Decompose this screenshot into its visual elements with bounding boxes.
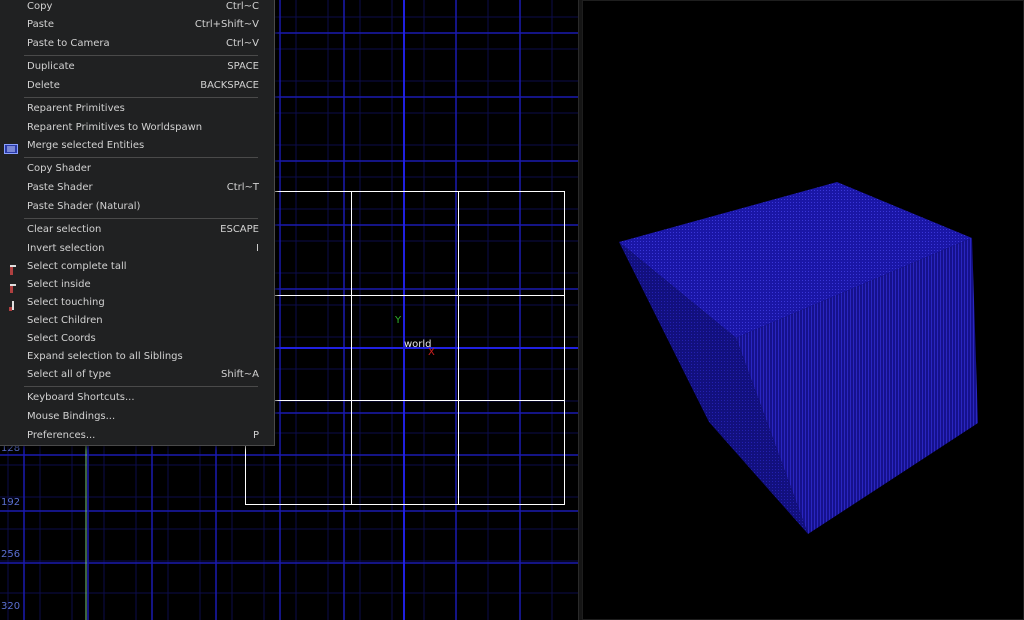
menu-item-shortcut: Ctrl~C [225,1,259,12]
menu-item-paste-shader[interactable]: Paste Shader Ctrl~T [0,179,274,197]
menu-item-select-inside[interactable]: Select inside [0,276,274,294]
axis-x-label: X [428,347,435,358]
menu-item-keyboard-shortcuts[interactable]: Keyboard Shortcuts... [0,389,274,407]
select-inside-icon [4,279,18,293]
menu-item-label: Select all of type [27,369,112,380]
menu-item-label: Select Children [27,315,103,326]
menu-item-label: Invert selection [27,243,105,254]
menu-separator [24,386,258,387]
menu-item-label: Select touching [27,297,105,308]
menu-item-preferences[interactable]: Preferences... P [0,427,274,445]
menu-item-label: Select inside [27,279,91,290]
menu-item-shortcut: ESCAPE [220,224,259,235]
menu-separator [24,157,258,158]
menu-item-copy-shader[interactable]: Copy Shader [0,160,274,178]
menu-item-expand-selection-to-all-siblings[interactable]: Expand selection to all Siblings [0,348,274,366]
menu-item-duplicate[interactable]: Duplicate SPACE [0,58,274,76]
menu-item-invert-selection[interactable]: Invert selection I [0,240,274,258]
menu-item-label: Paste to Camera [27,38,110,49]
menu-item-reparent-primitives-to-worldspawn[interactable]: Reparent Primitives to Worldspawn [0,119,274,137]
menu-item-clear-selection[interactable]: Clear selection ESCAPE [0,221,274,239]
axis-y-label: Y [395,315,402,326]
camera-viewport[interactable] [582,0,1024,620]
menu-item-select-coords[interactable]: Select Coords [0,330,274,348]
menu-item-label: Duplicate [27,61,75,72]
menu-item-shortcut: BACKSPACE [200,80,259,91]
menu-item-label: Preferences... [27,430,96,441]
menu-item-select-children[interactable]: Select Children [0,312,274,330]
menu-item-reparent-primitives[interactable]: Reparent Primitives [0,100,274,118]
menu-item-merge-selected-entities[interactable]: Merge selected Entities [0,137,274,155]
menu-item-label: Paste Shader [27,182,93,193]
menu-item-shortcut: Ctrl+Shift~V [194,19,259,30]
menu-item-label: Clear selection [27,224,102,235]
menu-item-label: Copy Shader [27,163,91,174]
menu-item-shortcut: SPACE [227,61,259,72]
menu-item-label: Expand selection to all Siblings [27,351,183,362]
menu-item-label: Reparent Primitives to Worldspawn [27,122,203,133]
ortho-coord-label: 320 [1,601,21,612]
menu-item-paste-shader-natural[interactable]: Paste Shader (Natural) [0,198,274,216]
menu-item-select-all-of-type[interactable]: Select all of type Shift~A [0,366,274,384]
edit-context-menu: Copy Ctrl~C Paste Ctrl+Shift~V Paste to Came… [0,0,275,446]
select-touching-icon [4,297,18,311]
select-complete-tall-icon [4,261,18,275]
menu-item-paste[interactable]: Paste Ctrl+Shift~V [0,16,274,34]
menu-separator [24,55,258,56]
menu-item-label: Select complete tall [27,261,127,272]
menu-item-label: Merge selected Entities [27,140,145,151]
menu-item-shortcut: P [252,430,259,441]
menu-item-paste-to-camera[interactable]: Paste to Camera Ctrl~V [0,35,274,53]
menu-item-copy[interactable]: Copy Ctrl~C [0,0,274,16]
menu-item-label: Paste Shader (Natural) [27,201,141,212]
menu-separator [24,97,258,98]
menu-item-label: Copy [27,1,53,12]
menu-item-shortcut: Ctrl~T [226,182,259,193]
menu-item-label: Paste [27,19,54,30]
menu-item-label: Delete [27,80,60,91]
menu-item-shortcut: Ctrl~V [225,38,259,49]
menu-separator [24,218,258,219]
menu-item-shortcut: I [256,243,259,254]
menu-item-delete[interactable]: Delete BACKSPACE [0,77,274,95]
merge-entities-icon [4,140,18,154]
menu-item-label: Keyboard Shortcuts... [27,392,135,403]
menu-item-shortcut: Shift~A [221,369,259,380]
cube-render [619,182,978,534]
menu-item-select-complete-tall[interactable]: Select complete tall [0,258,274,276]
menu-item-label: Mouse Bindings... [27,411,116,422]
menu-item-mouse-bindings[interactable]: Mouse Bindings... [0,408,274,426]
menu-item-label: Reparent Primitives [27,103,125,114]
ortho-coord-label: 256 [1,549,21,560]
menu-item-select-touching[interactable]: Select touching [0,294,274,312]
menu-item-label: Select Coords [27,333,96,344]
ortho-coord-label: 192 [1,497,21,508]
